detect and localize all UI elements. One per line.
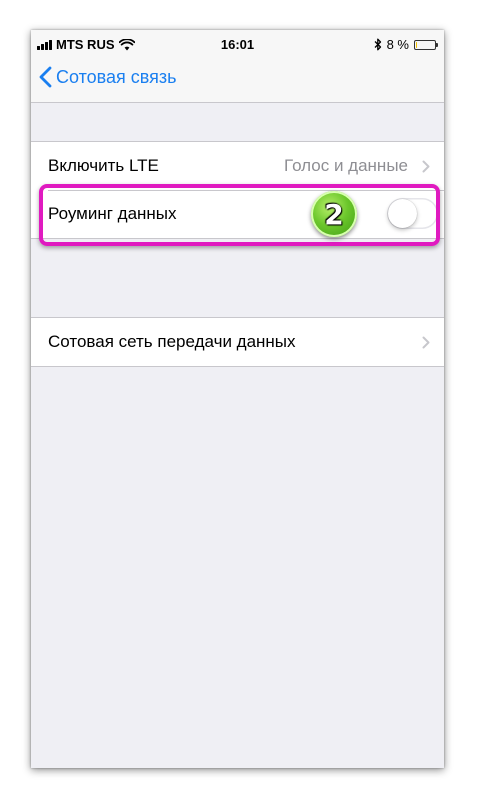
battery-icon: [414, 39, 438, 50]
step-number-badge: 2: [311, 191, 357, 237]
data-roaming-toggle[interactable]: [387, 198, 438, 229]
battery-percentage: 8 %: [386, 37, 409, 52]
back-button[interactable]: Сотовая связь: [39, 66, 177, 88]
status-bar: MTS RUS 16:01 8 %: [31, 30, 444, 58]
cellular-data-network-cell[interactable]: Сотовая сеть передачи данных: [31, 318, 444, 366]
enable-lte-label: Включить LTE: [48, 156, 159, 175]
chevron-right-icon: [422, 318, 430, 366]
bluetooth-icon: [374, 38, 381, 51]
data-roaming-label: Роуминг данных: [48, 204, 177, 223]
cellular-data-network-label: Сотовая сеть передачи данных: [48, 332, 296, 351]
enable-lte-cell[interactable]: Включить LTE Голос и данные: [31, 142, 444, 190]
navigation-bar: Сотовая связь: [31, 58, 444, 103]
cellular-network-group: Сотовая сеть передачи данных: [31, 317, 444, 367]
status-right: 8 %: [374, 37, 438, 52]
enable-lte-value: Голос и данные: [284, 156, 408, 175]
back-button-label: Сотовая связь: [56, 66, 177, 87]
chevron-right-icon: [422, 142, 430, 190]
battery-level: [416, 41, 417, 48]
phone-screen: MTS RUS 16:01 8 % Сотовая связь Включить…: [31, 30, 444, 768]
toggle-knob: [388, 199, 417, 228]
data-roaming-cell: Роуминг данных: [31, 190, 444, 238]
chevron-left-icon: [39, 66, 52, 88]
lte-roaming-group: Включить LTE Голос и данные Роуминг данн…: [31, 141, 444, 239]
